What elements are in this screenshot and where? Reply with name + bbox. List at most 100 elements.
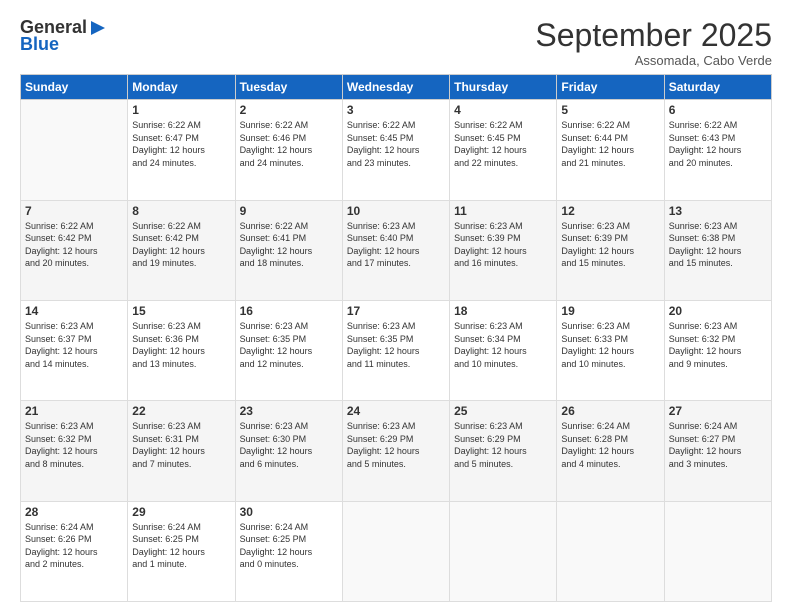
- calendar-cell: 7 Sunrise: 6:22 AM Sunset: 6:42 PM Daylig…: [21, 200, 128, 300]
- calendar-cell: 9Sunrise: 6:22 AM Sunset: 6:41 PM Daylig…: [235, 200, 342, 300]
- day-number: 24: [347, 404, 445, 418]
- calendar-cell: 8 Sunrise: 6:22 AM Sunset: 6:42 PM Daylig…: [128, 200, 235, 300]
- calendar-cell: 1 Sunrise: 6:22 AM Sunset: 6:47 PM Daylig…: [128, 100, 235, 200]
- day-number: 12: [561, 204, 659, 218]
- page: General Blue September 2025 Assomada, Ca…: [0, 0, 792, 612]
- day-info: Sunrise: 6:22 AM Sunset: 6:44 PM Dayligh…: [561, 119, 659, 169]
- weekday-header-thursday: Thursday: [450, 75, 557, 100]
- calendar-cell: 14Sunrise: 6:23 AM Sunset: 6:37 PM Dayli…: [21, 300, 128, 400]
- calendar-cell: 11Sunrise: 6:23 AM Sunset: 6:39 PM Dayli…: [450, 200, 557, 300]
- day-info: Sunrise: 6:22 AM Sunset: 6:42 PM Dayligh…: [132, 220, 230, 270]
- day-number: 1: [132, 103, 230, 117]
- day-number: 26: [561, 404, 659, 418]
- day-number: 7: [25, 204, 123, 218]
- calendar-cell: 27 Sunrise: 6:24 AM Sunset: 6:27 PM Dayli…: [664, 401, 771, 501]
- day-info: Sunrise: 6:23 AM Sunset: 6:36 PM Dayligh…: [132, 320, 230, 370]
- day-number: 10: [347, 204, 445, 218]
- month-title: September 2025: [535, 18, 772, 53]
- day-info: Sunrise: 6:22 AM Sunset: 6:41 PM Dayligh…: [240, 220, 338, 270]
- calendar-cell: [450, 501, 557, 601]
- day-info: Sunrise: 6:22 AM Sunset: 6:46 PM Dayligh…: [240, 119, 338, 169]
- day-info: Sunrise: 6:23 AM Sunset: 6:37 PM Dayligh…: [25, 320, 123, 370]
- calendar-cell: 5Sunrise: 6:22 AM Sunset: 6:44 PM Daylig…: [557, 100, 664, 200]
- calendar-cell: 20 Sunrise: 6:23 AM Sunset: 6:32 PM Dayli…: [664, 300, 771, 400]
- day-info: Sunrise: 6:23 AM Sunset: 6:31 PM Dayligh…: [132, 420, 230, 470]
- day-info: Sunrise: 6:23 AM Sunset: 6:39 PM Dayligh…: [561, 220, 659, 270]
- day-info: Sunrise: 6:24 AM Sunset: 6:25 PM Dayligh…: [132, 521, 230, 571]
- calendar-table: SundayMondayTuesdayWednesdayThursdayFrid…: [20, 74, 772, 602]
- day-number: 30: [240, 505, 338, 519]
- day-number: 2: [240, 103, 338, 117]
- day-number: 27: [669, 404, 767, 418]
- day-number: 18: [454, 304, 552, 318]
- weekday-header-tuesday: Tuesday: [235, 75, 342, 100]
- calendar-cell: 18 Sunrise: 6:23 AM Sunset: 6:34 PM Dayli…: [450, 300, 557, 400]
- calendar-week-row: 21 Sunrise: 6:23 AM Sunset: 6:32 PM Dayli…: [21, 401, 772, 501]
- calendar-cell: 6 Sunrise: 6:22 AM Sunset: 6:43 PM Daylig…: [664, 100, 771, 200]
- calendar-cell: 23Sunrise: 6:23 AM Sunset: 6:30 PM Dayli…: [235, 401, 342, 501]
- calendar-cell: 10Sunrise: 6:23 AM Sunset: 6:40 PM Dayli…: [342, 200, 449, 300]
- calendar-cell: 26 Sunrise: 6:24 AM Sunset: 6:28 PM Dayli…: [557, 401, 664, 501]
- calendar-cell: 24Sunrise: 6:23 AM Sunset: 6:29 PM Dayli…: [342, 401, 449, 501]
- day-number: 15: [132, 304, 230, 318]
- header: General Blue September 2025 Assomada, Ca…: [20, 18, 772, 68]
- calendar-cell: 30 Sunrise: 6:24 AM Sunset: 6:25 PM Dayli…: [235, 501, 342, 601]
- location-subtitle: Assomada, Cabo Verde: [535, 53, 772, 68]
- title-block: September 2025 Assomada, Cabo Verde: [535, 18, 772, 68]
- weekday-header-friday: Friday: [557, 75, 664, 100]
- day-info: Sunrise: 6:23 AM Sunset: 6:30 PM Dayligh…: [240, 420, 338, 470]
- day-info: Sunrise: 6:22 AM Sunset: 6:45 PM Dayligh…: [454, 119, 552, 169]
- calendar-cell: 13Sunrise: 6:23 AM Sunset: 6:38 PM Dayli…: [664, 200, 771, 300]
- calendar-cell: 29 Sunrise: 6:24 AM Sunset: 6:25 PM Dayli…: [128, 501, 235, 601]
- calendar-cell: 22 Sunrise: 6:23 AM Sunset: 6:31 PM Dayli…: [128, 401, 235, 501]
- calendar-cell: 21 Sunrise: 6:23 AM Sunset: 6:32 PM Dayli…: [21, 401, 128, 501]
- day-number: 8: [132, 204, 230, 218]
- calendar-cell: [557, 501, 664, 601]
- day-number: 20: [669, 304, 767, 318]
- day-info: Sunrise: 6:24 AM Sunset: 6:27 PM Dayligh…: [669, 420, 767, 470]
- day-info: Sunrise: 6:22 AM Sunset: 6:43 PM Dayligh…: [669, 119, 767, 169]
- day-info: Sunrise: 6:23 AM Sunset: 6:32 PM Dayligh…: [669, 320, 767, 370]
- logo-blue-text: Blue: [20, 34, 59, 55]
- day-info: Sunrise: 6:24 AM Sunset: 6:26 PM Dayligh…: [25, 521, 123, 571]
- day-number: 29: [132, 505, 230, 519]
- day-info: Sunrise: 6:23 AM Sunset: 6:35 PM Dayligh…: [347, 320, 445, 370]
- weekday-header-monday: Monday: [128, 75, 235, 100]
- calendar-week-row: 7 Sunrise: 6:22 AM Sunset: 6:42 PM Daylig…: [21, 200, 772, 300]
- day-number: 3: [347, 103, 445, 117]
- calendar-cell: 28 Sunrise: 6:24 AM Sunset: 6:26 PM Dayli…: [21, 501, 128, 601]
- calendar-week-row: 28 Sunrise: 6:24 AM Sunset: 6:26 PM Dayli…: [21, 501, 772, 601]
- day-number: 11: [454, 204, 552, 218]
- day-info: Sunrise: 6:24 AM Sunset: 6:28 PM Dayligh…: [561, 420, 659, 470]
- logo-flag-icon: [89, 19, 107, 37]
- calendar-week-row: 14Sunrise: 6:23 AM Sunset: 6:37 PM Dayli…: [21, 300, 772, 400]
- day-number: 16: [240, 304, 338, 318]
- day-number: 4: [454, 103, 552, 117]
- weekday-header-saturday: Saturday: [664, 75, 771, 100]
- day-info: Sunrise: 6:24 AM Sunset: 6:25 PM Dayligh…: [240, 521, 338, 571]
- day-info: Sunrise: 6:23 AM Sunset: 6:34 PM Dayligh…: [454, 320, 552, 370]
- calendar-cell: 3 Sunrise: 6:22 AM Sunset: 6:45 PM Daylig…: [342, 100, 449, 200]
- day-info: Sunrise: 6:23 AM Sunset: 6:32 PM Dayligh…: [25, 420, 123, 470]
- day-info: Sunrise: 6:22 AM Sunset: 6:42 PM Dayligh…: [25, 220, 123, 270]
- day-number: 19: [561, 304, 659, 318]
- day-number: 28: [25, 505, 123, 519]
- day-number: 22: [132, 404, 230, 418]
- day-info: Sunrise: 6:23 AM Sunset: 6:29 PM Dayligh…: [454, 420, 552, 470]
- calendar-cell: 2 Sunrise: 6:22 AM Sunset: 6:46 PM Daylig…: [235, 100, 342, 200]
- calendar-cell: 4 Sunrise: 6:22 AM Sunset: 6:45 PM Daylig…: [450, 100, 557, 200]
- day-info: Sunrise: 6:23 AM Sunset: 6:33 PM Dayligh…: [561, 320, 659, 370]
- day-number: 6: [669, 103, 767, 117]
- calendar-cell: 17 Sunrise: 6:23 AM Sunset: 6:35 PM Dayli…: [342, 300, 449, 400]
- calendar-cell: 19 Sunrise: 6:23 AM Sunset: 6:33 PM Dayli…: [557, 300, 664, 400]
- weekday-header-sunday: Sunday: [21, 75, 128, 100]
- calendar-cell: [664, 501, 771, 601]
- calendar-cell: [21, 100, 128, 200]
- calendar-cell: 15 Sunrise: 6:23 AM Sunset: 6:36 PM Dayli…: [128, 300, 235, 400]
- day-number: 17: [347, 304, 445, 318]
- day-info: Sunrise: 6:22 AM Sunset: 6:47 PM Dayligh…: [132, 119, 230, 169]
- day-info: Sunrise: 6:22 AM Sunset: 6:45 PM Dayligh…: [347, 119, 445, 169]
- calendar-cell: 25Sunrise: 6:23 AM Sunset: 6:29 PM Dayli…: [450, 401, 557, 501]
- day-number: 21: [25, 404, 123, 418]
- weekday-header-wednesday: Wednesday: [342, 75, 449, 100]
